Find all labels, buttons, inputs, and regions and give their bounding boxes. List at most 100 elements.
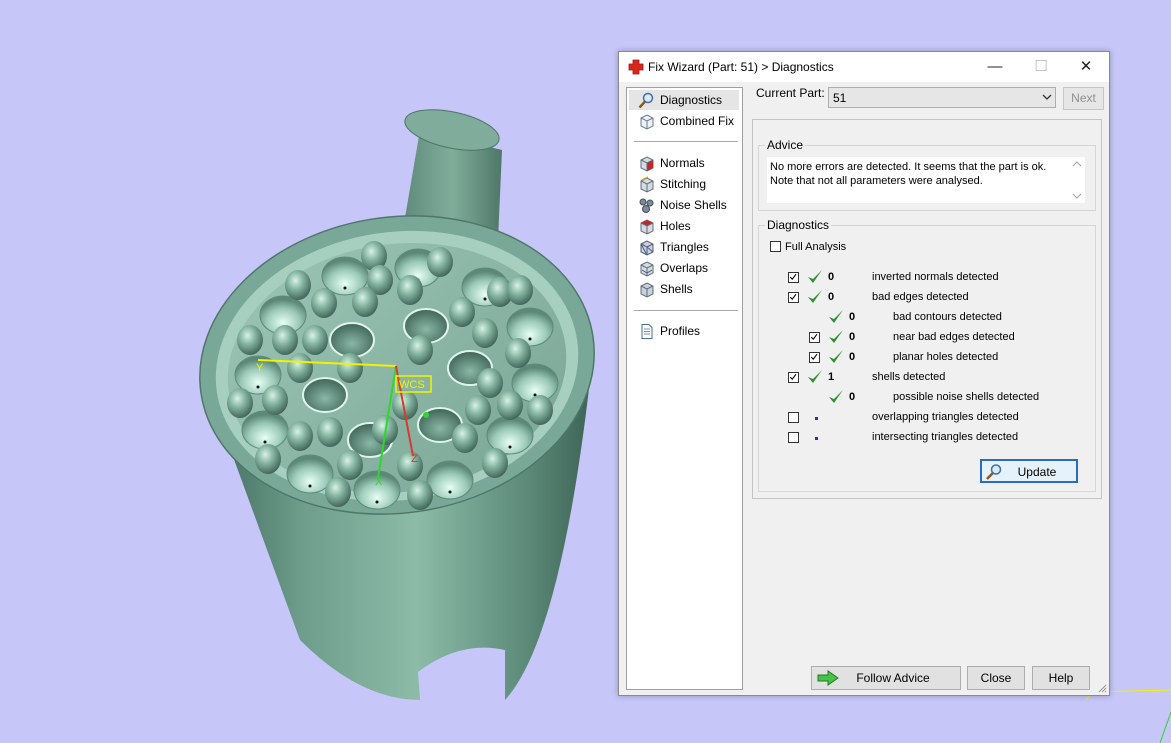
diagnostic-label: planar holes detected	[893, 351, 999, 363]
nav-label: Profiles	[660, 324, 701, 338]
follow-advice-button[interactable]: Follow Advice	[811, 666, 961, 690]
pending-dot-icon	[815, 417, 818, 420]
current-part-select[interactable]: 51	[828, 87, 1056, 108]
diagnostics-group: Diagnostics Full Analysis 0 inverted norm…	[758, 218, 1096, 492]
check-icon	[827, 308, 845, 326]
diagnostic-count: 0	[849, 331, 856, 343]
holes-cube-icon	[640, 219, 654, 235]
diagnostic-checkbox[interactable]	[809, 332, 820, 343]
advice-line-1: No more errors are detected. It seems th…	[770, 161, 1047, 173]
cup-center	[308, 484, 312, 488]
close-button[interactable]: Close	[967, 666, 1025, 690]
diagnostic-row: intersecting triangles detected	[759, 430, 1089, 448]
wcs-label: WCS	[399, 379, 425, 391]
nav-item-combined-fix[interactable]: Combined Fix	[629, 111, 739, 131]
red-cross-icon	[628, 59, 644, 75]
diagnostic-checkbox[interactable]	[788, 412, 799, 423]
nav-item-holes[interactable]: Holes	[629, 216, 739, 236]
current-part-label: Current Part:	[756, 86, 825, 100]
advice-scrollbar[interactable]	[1069, 157, 1085, 203]
resize-grip-icon[interactable]	[1097, 683, 1107, 693]
cup-center	[375, 500, 379, 504]
diagnostic-checkbox[interactable]	[788, 272, 799, 283]
close-window-button[interactable]: ✕	[1063, 52, 1109, 82]
nav-label: Overlaps	[660, 261, 709, 275]
magnifier-icon	[638, 92, 654, 109]
sphere	[325, 477, 351, 507]
diagnostic-row: 0 bad contours detected	[759, 310, 1089, 328]
diagnostic-label: near bad edges detected	[893, 331, 1015, 343]
fix-wizard-dialog: Fix Wizard (Part: 51) > Diagnostics — ☐ …	[618, 51, 1110, 696]
diagnostic-checkbox[interactable]	[788, 372, 799, 383]
sphere	[449, 297, 475, 327]
nav-item-normals[interactable]: Normals	[629, 153, 739, 173]
current-part-value: 51	[833, 91, 847, 105]
nav-item-stitching[interactable]: Stitching	[629, 174, 739, 194]
update-button[interactable]: Update	[980, 459, 1078, 483]
sphere	[407, 335, 433, 365]
cup-center	[448, 490, 452, 494]
minimize-button[interactable]: —	[972, 52, 1018, 82]
full-analysis-checkbox[interactable]	[770, 241, 781, 252]
stitching-cube-icon	[640, 176, 654, 193]
sphere	[397, 451, 423, 481]
pending-dot-icon	[815, 437, 818, 440]
nav-item-profiles[interactable]: Profiles	[629, 321, 739, 341]
diagnostic-row: 0 planar holes detected	[759, 350, 1089, 368]
window-title: Fix Wizard (Part: 51) > Diagnostics	[648, 60, 834, 74]
sphere	[255, 444, 281, 474]
check-icon	[827, 348, 845, 366]
diagnostic-count: 0	[849, 391, 856, 403]
nav-item-overlaps[interactable]: Overlaps	[629, 258, 739, 278]
diagnostic-checkbox[interactable]	[788, 432, 799, 443]
diagnostic-count: 0	[828, 291, 835, 303]
cup-center	[263, 440, 267, 444]
sphere	[465, 395, 491, 425]
overlaps-cube-icon	[640, 261, 654, 277]
document-icon	[641, 324, 653, 339]
cup-center	[508, 445, 512, 449]
nav-label: Shells	[660, 282, 693, 296]
diagnostic-row: 1 shells detected	[759, 370, 1089, 388]
sphere	[302, 325, 328, 355]
diagnostic-row: overlapping triangles detected	[759, 410, 1089, 428]
svg-text:Y: Y	[256, 362, 264, 374]
sphere	[262, 385, 288, 415]
help-button[interactable]: Help	[1032, 666, 1090, 690]
sphere	[287, 353, 313, 383]
title-bar[interactable]: Fix Wizard (Part: 51) > Diagnostics — ☐ …	[619, 52, 1109, 82]
normals-cube-icon	[640, 156, 654, 172]
advice-textbox[interactable]: No more errors are detected. It seems th…	[767, 157, 1085, 203]
part-model	[199, 109, 595, 700]
svg-text:Z: Z	[411, 453, 418, 465]
cup-center	[343, 286, 347, 290]
nav-item-triangles[interactable]: Triangles	[629, 237, 739, 257]
diagnostic-checkbox[interactable]	[788, 292, 799, 303]
diagnostic-label: bad contours detected	[893, 311, 1002, 323]
nav-item-noise-shells[interactable]: Noise Shells	[629, 195, 739, 215]
nav-label: Triangles	[660, 240, 709, 254]
diagnostic-checkbox[interactable]	[809, 352, 820, 363]
diagnostic-count: 1	[828, 371, 835, 383]
sphere	[311, 288, 337, 318]
nav-item-diagnostics[interactable]: Diagnostics	[629, 90, 739, 110]
nav-label: Combined Fix	[660, 114, 735, 128]
diagnostic-row: 0 possible noise shells detected	[759, 390, 1089, 408]
diagnostic-label: bad edges detected	[872, 291, 969, 303]
advice-title: Advice	[765, 138, 806, 152]
diagnostic-label: possible noise shells detected	[893, 391, 1040, 403]
diagnostic-label: shells detected	[872, 371, 946, 383]
maximize-button[interactable]: ☐	[1018, 52, 1064, 82]
sphere	[352, 287, 378, 317]
diagnostic-row: 0 bad edges detected	[759, 290, 1089, 308]
diagnostic-count: 0	[849, 311, 856, 323]
sphere	[407, 480, 433, 510]
check-icon	[806, 288, 824, 306]
chevron-down-icon	[1042, 94, 1052, 100]
update-label: Update	[1017, 465, 1057, 479]
diagnostic-count: 0	[849, 351, 856, 363]
sphere	[272, 325, 298, 355]
next-button[interactable]: Next	[1063, 87, 1104, 110]
cup-center	[256, 385, 260, 389]
nav-item-shells[interactable]: Shells	[629, 279, 739, 299]
